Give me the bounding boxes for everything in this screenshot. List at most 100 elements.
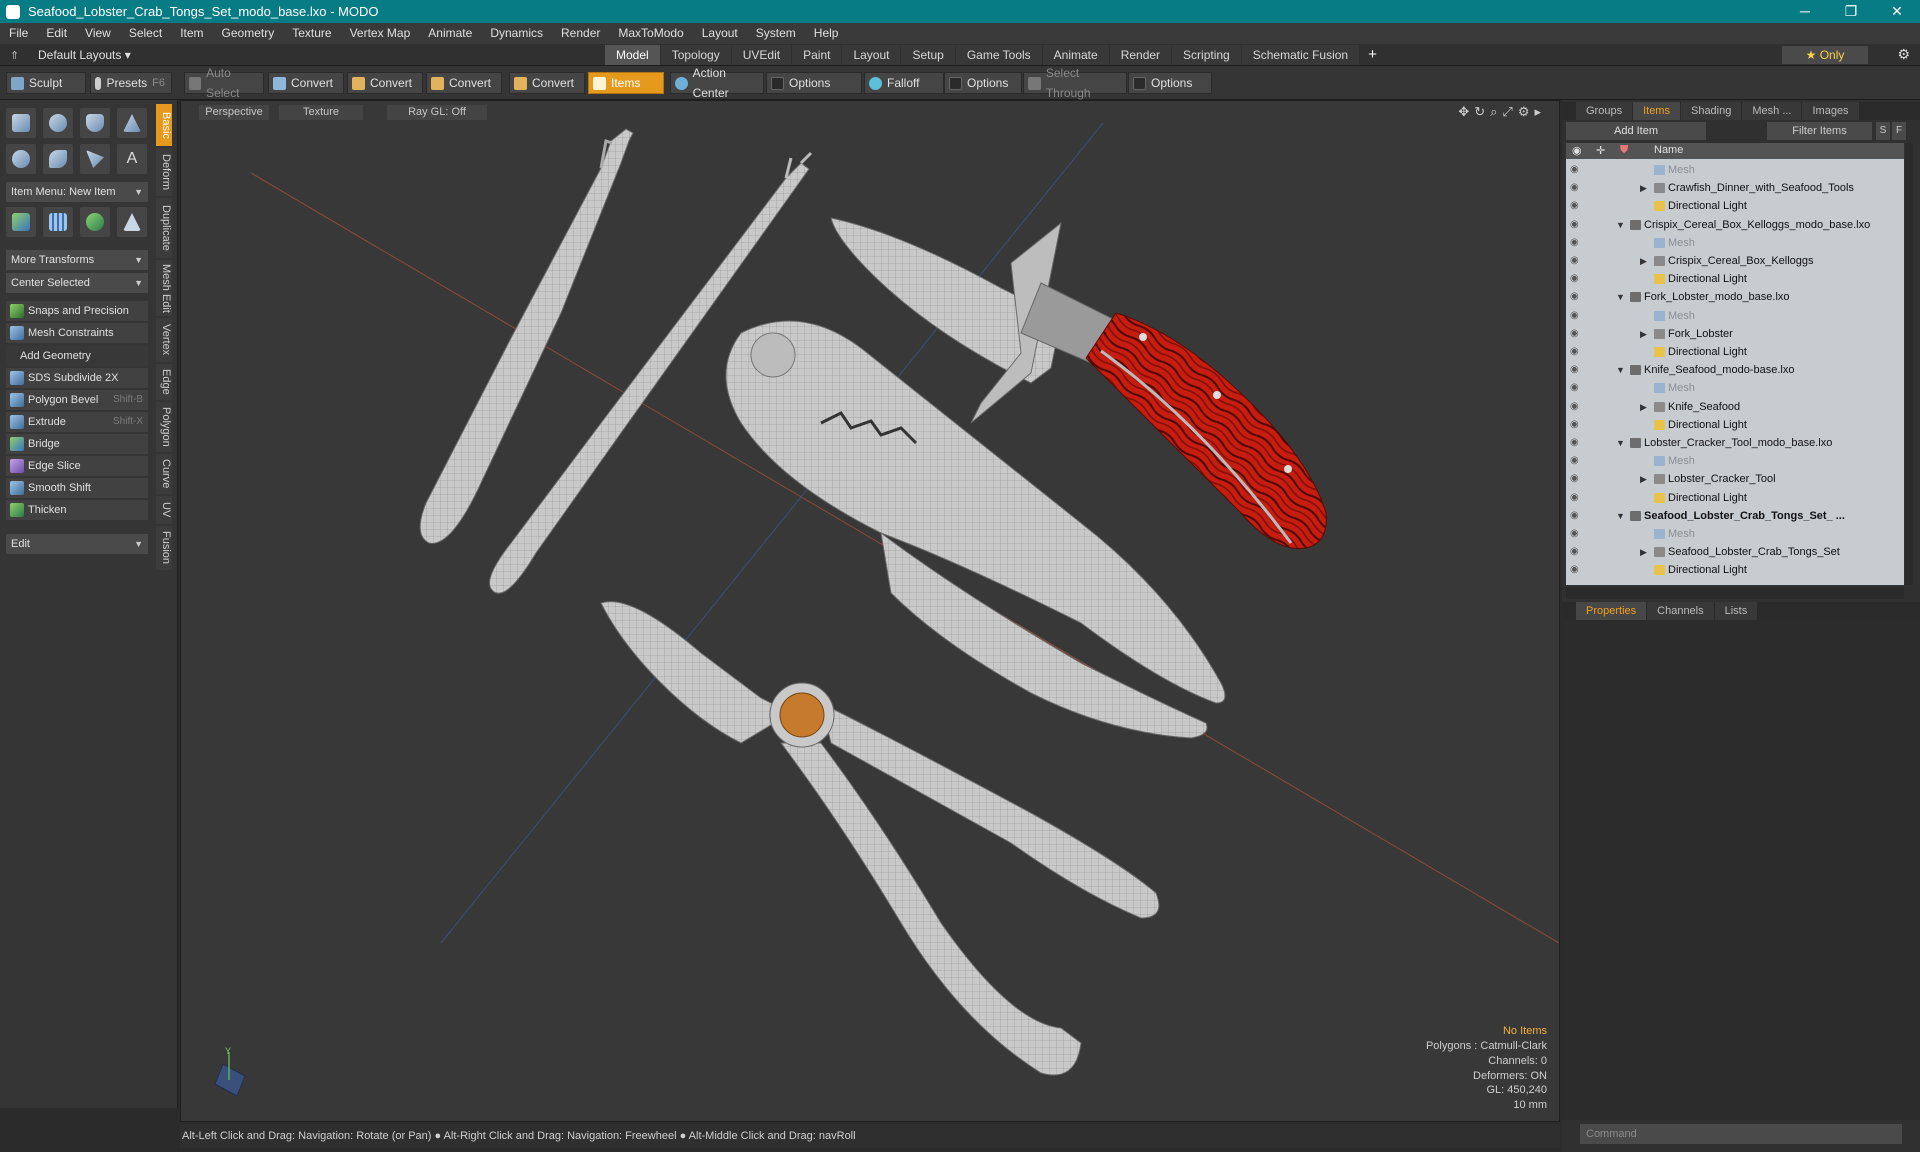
- polygon-bevel-button[interactable]: Polygon Bevel Shift-B: [6, 390, 148, 410]
- eye-icon[interactable]: ◉: [1570, 564, 1582, 576]
- maximize-button[interactable]: ❐: [1828, 0, 1874, 23]
- expand-down-icon[interactable]: ▼: [1616, 216, 1625, 234]
- menu-render[interactable]: Render: [552, 23, 609, 44]
- eye-icon[interactable]: ◉: [1570, 528, 1582, 540]
- default-layouts-dropdown[interactable]: Default Layouts ▾: [38, 48, 131, 62]
- eye-icon[interactable]: ◉: [1570, 346, 1582, 358]
- only-button[interactable]: ★ Only: [1782, 46, 1868, 64]
- tab-render[interactable]: Render: [1109, 45, 1172, 65]
- tree-row[interactable]: ◉ Mesh: [1566, 452, 1904, 470]
- menu-vertex-map[interactable]: Vertex Map: [341, 23, 420, 44]
- expand-down-icon[interactable]: ▼: [1616, 434, 1625, 452]
- tab-topology[interactable]: Topology: [660, 45, 731, 65]
- eye-icon[interactable]: ◉: [1570, 437, 1582, 449]
- expand-right-icon[interactable]: ▶: [1640, 543, 1647, 561]
- sds-subdivide-button[interactable]: SDS Subdivide 2X: [6, 368, 148, 388]
- tree-row[interactable]: ◉ Mesh: [1566, 307, 1904, 325]
- item-menu-dropdown[interactable]: Item Menu: New Item ▼: [6, 182, 148, 202]
- tab-lists[interactable]: Lists: [1714, 602, 1758, 620]
- extrude-button[interactable]: Extrude Shift-X: [6, 412, 148, 432]
- tree-row[interactable]: ◉ ▶ Fork_Lobster: [1566, 325, 1904, 343]
- menu-dynamics[interactable]: Dynamics: [481, 23, 552, 44]
- sculpt-button[interactable]: Sculpt: [6, 72, 86, 94]
- expand-right-icon[interactable]: ▶: [1640, 470, 1647, 488]
- tree-row[interactable]: ◉ Directional Light: [1566, 416, 1904, 434]
- falloff-button[interactable]: Falloff: [864, 72, 944, 94]
- 3d-viewport[interactable]: Perspective Texture Ray GL: Off ✥ ↻ ⌕ ⤢ …: [180, 100, 1560, 1122]
- options-button-3[interactable]: Options: [1128, 72, 1212, 94]
- raygl-toggle[interactable]: Ray GL: Off: [387, 105, 487, 120]
- globe-icon[interactable]: [80, 207, 110, 237]
- auto-select-button[interactable]: Auto Select: [184, 66, 264, 100]
- eye-icon[interactable]: ◉: [1570, 364, 1582, 376]
- convert-button-1[interactable]: Convert: [268, 72, 344, 94]
- zoom-icon[interactable]: ⌕: [1490, 104, 1497, 120]
- center-selected-dropdown[interactable]: Center Selected ▼: [6, 273, 148, 293]
- eye-icon[interactable]: ◉: [1570, 237, 1582, 249]
- expand-right-icon[interactable]: ▶: [1640, 325, 1647, 343]
- menu-layout[interactable]: Layout: [693, 23, 747, 44]
- expand-right-icon[interactable]: ▶: [1640, 252, 1647, 270]
- eye-icon[interactable]: ◉: [1570, 273, 1582, 285]
- expand-right-icon[interactable]: ▶: [1640, 398, 1647, 416]
- menu-geometry[interactable]: Geometry: [213, 23, 284, 44]
- tree-horizontal-scrollbar[interactable]: [1566, 587, 1904, 599]
- eye-icon[interactable]: ◉: [1570, 219, 1582, 231]
- menu-animate[interactable]: Animate: [419, 23, 481, 44]
- vtab-basic[interactable]: Basic: [156, 104, 172, 146]
- add-geometry-section[interactable]: Add Geometry: [6, 346, 148, 366]
- tab-images[interactable]: Images: [1802, 102, 1859, 120]
- minimize-button[interactable]: ─: [1782, 0, 1828, 23]
- tab-shading[interactable]: Shading: [1680, 102, 1742, 120]
- expand-icon[interactable]: ▸: [1534, 104, 1541, 120]
- vtab-vertex[interactable]: Vertex: [156, 318, 172, 362]
- vtab-deform[interactable]: Deform: [156, 148, 172, 196]
- gear-icon[interactable]: ⚙: [1897, 46, 1910, 63]
- s-toggle[interactable]: S: [1876, 122, 1890, 140]
- action-center-button[interactable]: Action Center: [670, 66, 764, 100]
- menu-select[interactable]: Select: [120, 23, 171, 44]
- tree-row[interactable]: ◉ ▶ Crispix_Cereal_Box_Kelloggs: [1566, 252, 1904, 270]
- tab-uvedit[interactable]: UVEdit: [731, 45, 792, 65]
- menu-maxtomodo[interactable]: MaxToModo: [609, 23, 692, 44]
- eye-icon[interactable]: ◉: [1570, 328, 1582, 340]
- tab-items[interactable]: Items: [1633, 102, 1680, 120]
- tree-row[interactable]: ◉ ▼ Lobster_Cracker_Tool_modo_base.lxo: [1566, 434, 1904, 452]
- tree-vertical-scrollbar[interactable]: [1905, 143, 1913, 585]
- eye-icon[interactable]: ◉: [1570, 310, 1582, 322]
- menu-view[interactable]: View: [76, 23, 120, 44]
- tree-row[interactable]: ◉ ▼ Seafood_Lobster_Crab_Tongs_Set_ ...: [1566, 507, 1904, 525]
- fit-icon[interactable]: ⤢: [1502, 104, 1512, 120]
- tab-channels[interactable]: Channels: [1647, 602, 1714, 620]
- eye-icon[interactable]: ◉: [1570, 291, 1582, 303]
- tab-scripting[interactable]: Scripting: [1172, 45, 1241, 65]
- tree-row[interactable]: ◉ ▶ Knife_Seafood: [1566, 398, 1904, 416]
- lock-col-icon[interactable]: ✛: [1596, 144, 1605, 157]
- eye-icon[interactable]: ◉: [1570, 473, 1582, 485]
- eye-icon[interactable]: ◉: [1570, 492, 1582, 504]
- tab-schematic-fusion[interactable]: Schematic Fusion: [1241, 45, 1360, 65]
- rotate-icon[interactable]: ↻: [1474, 104, 1485, 120]
- tree-row[interactable]: ◉ ▼ Knife_Seafood_modo-base.lxo: [1566, 361, 1904, 379]
- menu-help[interactable]: Help: [805, 23, 848, 44]
- expand-down-icon[interactable]: ▼: [1616, 288, 1625, 306]
- tree-row[interactable]: ◉ Mesh: [1566, 161, 1904, 179]
- bridge-button[interactable]: Bridge: [6, 434, 148, 454]
- expand-right-icon[interactable]: ▶: [1640, 179, 1647, 197]
- eye-icon[interactable]: ◉: [1570, 401, 1582, 413]
- expand-down-icon[interactable]: ▼: [1616, 361, 1625, 379]
- add-item-button[interactable]: Add Item: [1566, 122, 1706, 140]
- eye-icon[interactable]: ◉: [1570, 510, 1582, 522]
- tree-row[interactable]: ◉ Mesh: [1566, 234, 1904, 252]
- torus-primitive-icon[interactable]: [6, 144, 36, 174]
- layout-up-icon[interactable]: ⇑: [10, 49, 19, 62]
- eye-icon[interactable]: ◉: [1570, 164, 1582, 176]
- vtab-edge[interactable]: Edge: [156, 364, 172, 400]
- menu-file[interactable]: File: [0, 23, 37, 44]
- tab-mesh[interactable]: Mesh ...: [1742, 102, 1802, 120]
- convert-button-3[interactable]: Convert: [426, 72, 502, 94]
- tree-row[interactable]: ◉ ▼ Fork_Lobster_modo_base.lxo: [1566, 288, 1904, 306]
- thicken-button[interactable]: Thicken: [6, 500, 148, 520]
- tree-row[interactable]: ◉ Directional Light: [1566, 197, 1904, 215]
- capsule-primitive-icon[interactable]: [43, 144, 73, 174]
